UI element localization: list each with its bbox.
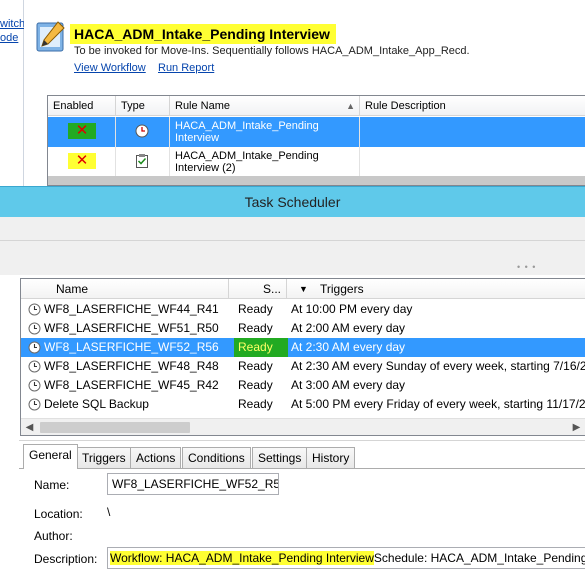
- task-trigger: At 3:00 AM every day: [291, 378, 406, 392]
- task-list: Name S... ▼ Triggers WF8_LASERFICHE_WF44…: [20, 278, 585, 436]
- splitter-grip[interactable]: • • •: [517, 262, 536, 272]
- scroll-left-icon[interactable]: ◀: [21, 419, 38, 435]
- description-field[interactable]: Workflow: HACA_ADM_Intake_Pending Interv…: [107, 547, 585, 569]
- rule-row[interactable]: ✕ HACA_ADM_Intake_Pending Interview (2): [48, 147, 585, 177]
- tab-history[interactable]: History: [306, 447, 356, 468]
- task-clock-icon: [28, 379, 41, 392]
- column-triggers[interactable]: ▼ Triggers: [287, 279, 585, 299]
- sort-ascending-icon: ▲: [346, 101, 355, 111]
- task-row[interactable]: WF8_LASERFICHE_WF44_R41 Ready At 10:00 PM …: [21, 300, 585, 319]
- tab-conditions[interactable]: Conditions: [182, 447, 251, 468]
- task-status: Ready: [238, 321, 273, 335]
- workflow-title: HACA_ADM_Intake_Pending Interview: [70, 24, 336, 44]
- rule-name-line: HACA_ADM_Intake_Pending: [175, 150, 319, 162]
- task-name: WF8_LASERFICHE_WF51_R50: [44, 321, 219, 335]
- red-x-icon: ✕: [68, 153, 96, 169]
- task-trigger: At 2:30 AM every Sunday of every week, s…: [291, 359, 585, 373]
- task-row[interactable]: WF8_LASERFICHE_WF52_R56 Ready At 2:30 AM e…: [21, 338, 585, 357]
- task-name: Delete SQL Backup: [44, 397, 149, 411]
- switch-mode-link-part1[interactable]: witch: [0, 18, 25, 30]
- task-row[interactable]: WF8_LASERFICHE_WF48_R48 Ready At 2:30 AM e…: [21, 357, 585, 376]
- view-workflow-link[interactable]: View Workflow: [74, 62, 146, 74]
- task-status: Ready: [238, 397, 273, 411]
- column-status[interactable]: S...: [229, 279, 287, 299]
- task-row[interactable]: WF8_LASERFICHE_WF45_R42 Ready At 3:00 AM e…: [21, 376, 585, 395]
- column-rule-name-label: Rule Name: [175, 100, 231, 112]
- task-trigger: At 10:00 PM every day: [291, 302, 413, 316]
- column-triggers-label: Triggers: [320, 282, 364, 296]
- menu-strip: [0, 217, 585, 241]
- column-type[interactable]: Type: [116, 96, 170, 116]
- task-name: WF8_LASERFICHE_WF48_R48: [44, 359, 219, 373]
- column-enabled[interactable]: Enabled: [48, 96, 116, 116]
- task-name: WF8_LASERFICHE_WF44_R41: [44, 302, 219, 316]
- red-x-icon: ✕: [68, 123, 96, 139]
- rule-row[interactable]: ✕ HACA_ADM_Intake_Pending Interview: [48, 117, 585, 147]
- workflow-pencil-icon: [36, 21, 65, 52]
- workflow-description: To be invoked for Move-Ins. Sequentially…: [74, 45, 470, 57]
- location-value: \: [107, 505, 111, 519]
- task-status: Ready: [234, 338, 288, 357]
- task-clock-icon: [28, 303, 41, 316]
- task-scheduler-title-bar[interactable]: Task Scheduler: [0, 186, 585, 217]
- task-clock-icon: [28, 360, 41, 373]
- horizontal-scrollbar[interactable]: ◀ ▶: [21, 418, 585, 435]
- task-trigger: At 2:00 AM every day: [291, 321, 406, 335]
- description-rest: Schedule: HACA_ADM_Intake_Pending: [373, 551, 585, 565]
- task-name: WF8_LASERFICHE_WF52_R56: [44, 340, 219, 354]
- task-status: Ready: [238, 302, 273, 316]
- location-label: Location:: [34, 507, 83, 521]
- rule-name-line: Interview (2): [175, 162, 236, 174]
- tab-triggers[interactable]: Triggers: [76, 447, 132, 468]
- scrollbar-thumb[interactable]: [40, 422, 190, 433]
- tab-actions[interactable]: Actions: [130, 447, 182, 468]
- rules-table: Enabled Type Rule Name ▲ Rule Descriptio…: [47, 95, 585, 186]
- task-list-header: Name S... ▼ Triggers: [21, 279, 585, 299]
- rules-table-header: Enabled Type Rule Name ▲ Rule Descriptio…: [48, 96, 585, 116]
- tab-settings[interactable]: Settings: [252, 447, 308, 468]
- column-rule-description[interactable]: Rule Description: [360, 96, 585, 116]
- task-status: Ready: [238, 359, 273, 373]
- task-clock-icon: [28, 398, 41, 411]
- switch-mode-link-part2[interactable]: ode: [0, 32, 18, 44]
- toolbar-area: [0, 241, 585, 275]
- task-row[interactable]: Delete SQL Backup Ready At 5:00 PM every F…: [21, 395, 585, 414]
- clock-icon: [135, 124, 149, 138]
- scroll-right-icon[interactable]: ▶: [568, 419, 585, 435]
- description-label: Description:: [34, 552, 98, 566]
- description-highlight: Workflow: HACA_ADM_Intake_Pending Interv…: [110, 551, 374, 565]
- sort-descending-icon: ▼: [299, 284, 308, 294]
- checklist-icon: [136, 154, 148, 168]
- rule-description-cell: [360, 117, 585, 147]
- task-trigger: At 2:30 AM every day: [291, 340, 406, 354]
- task-clock-icon: [28, 341, 41, 354]
- task-clock-icon: [28, 322, 41, 335]
- task-name: WF8_LASERFICHE_WF45_R42: [44, 378, 219, 392]
- task-status: Ready: [238, 378, 273, 392]
- rule-description-cell: [360, 147, 585, 177]
- task-row[interactable]: WF8_LASERFICHE_WF51_R50 Ready At 2:00 AM e…: [21, 319, 585, 338]
- name-label: Name:: [34, 478, 70, 492]
- task-trigger: At 5:00 PM every Friday of every week, s…: [291, 397, 585, 411]
- left-navigation-strip: witch ode: [0, 0, 25, 186]
- column-rule-name[interactable]: Rule Name ▲: [170, 96, 360, 116]
- task-name-field[interactable]: WF8_LASERFICHE_WF52_R56: [107, 473, 279, 495]
- rule-name-line: Interview: [175, 132, 220, 144]
- rules-table-footer: [48, 176, 585, 185]
- task-detail-panel: General Triggers Actions Conditions Sett…: [19, 440, 585, 582]
- author-label: Author:: [34, 529, 73, 543]
- tab-general[interactable]: General: [23, 444, 78, 469]
- column-name[interactable]: Name: [21, 279, 229, 299]
- rule-name-line: HACA_ADM_Intake_Pending: [175, 120, 319, 132]
- run-report-link[interactable]: Run Report: [158, 62, 214, 74]
